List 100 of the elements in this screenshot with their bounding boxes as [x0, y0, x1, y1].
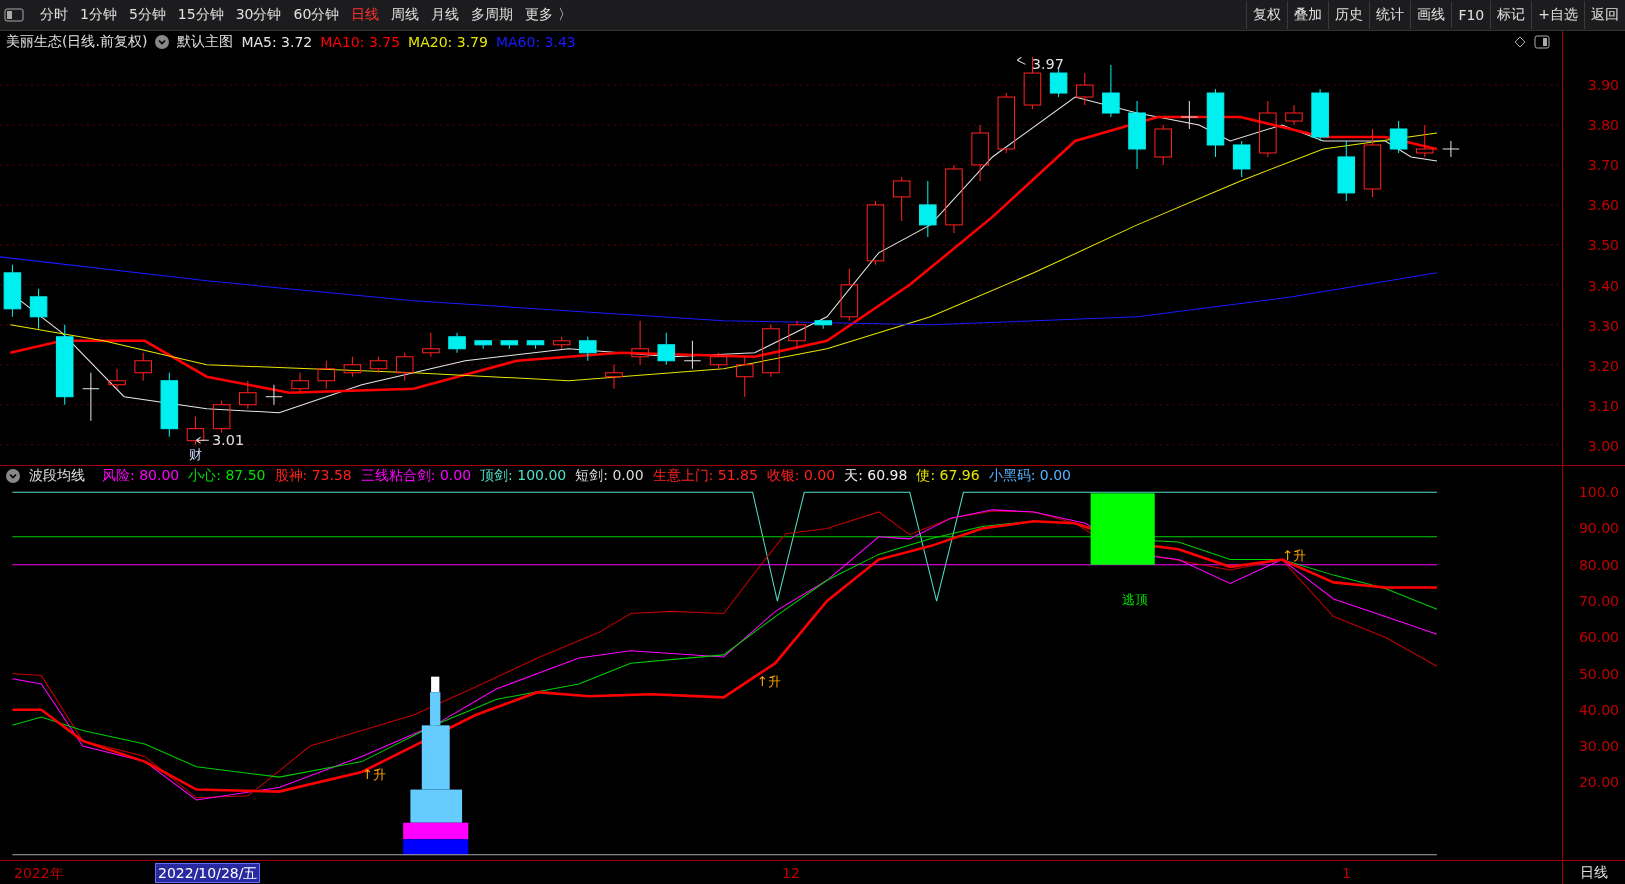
candlestick — [1128, 100, 1146, 170]
candlestick — [134, 352, 152, 382]
toolbar-button[interactable]: 画线 — [1410, 1, 1452, 29]
toolbar-button[interactable]: F10 — [1451, 2, 1491, 28]
indicator-axis-label: 60.00 — [1578, 629, 1619, 646]
period-tab[interactable]: 30分钟 — [229, 6, 288, 24]
indicator-axis-label: 70.00 — [1578, 592, 1619, 609]
candlestick — [709, 352, 728, 370]
candlestick — [108, 368, 126, 390]
indicator-value: 天: 60.98 — [844, 466, 908, 485]
candlestick — [840, 268, 859, 322]
indicator-value: 顶剑: 100.00 — [480, 466, 567, 485]
period-tab[interactable]: 60分钟 — [287, 6, 346, 24]
candlestick — [997, 92, 1016, 154]
indicator-value: 三线粘合剑: 0.00 — [360, 466, 472, 485]
candlestick — [265, 384, 283, 406]
rise-signal: ↑升 — [756, 673, 781, 689]
candlestick — [1154, 124, 1172, 166]
indicator-value: 生意上门: 51.85 — [652, 466, 758, 485]
candlestick — [526, 340, 545, 350]
period-tab[interactable]: 15分钟 — [171, 6, 230, 24]
candlestick — [892, 176, 911, 222]
candlestick — [735, 356, 754, 398]
price-axis-label: 3.10 — [1587, 397, 1619, 414]
period-tab[interactable]: 1分钟 — [74, 6, 123, 24]
period-tab[interactable]: 月线 — [425, 6, 466, 24]
candlestick — [160, 372, 179, 438]
ma-value: MA5: 3.72 — [241, 33, 313, 50]
candlestick — [971, 124, 989, 182]
toolbar-button[interactable]: 标记 — [1490, 1, 1532, 29]
indicator-axis-label: 80.00 — [1578, 556, 1619, 573]
candlestick — [945, 164, 963, 234]
candlestick — [605, 364, 623, 390]
time-axis-label: 2022年 — [13, 863, 65, 882]
candlestick — [1363, 128, 1382, 198]
candlestick — [317, 360, 336, 390]
period-tab[interactable]: 分时 — [34, 6, 74, 24]
candlestick — [3, 264, 22, 318]
dropdown-icon[interactable] — [6, 468, 20, 483]
candlestick — [239, 380, 257, 410]
period-tab[interactable]: 5分钟 — [122, 6, 172, 24]
diamond-icon[interactable] — [1514, 35, 1526, 48]
indicator-name: 波段均线 — [29, 466, 85, 485]
indicator-value: 收银: 0.00 — [766, 466, 836, 485]
candlestick — [1442, 140, 1460, 158]
candlestick — [631, 320, 649, 366]
high-price-label: 3.97 — [1016, 55, 1064, 72]
toolbar-button[interactable]: +自选 — [1531, 1, 1584, 29]
price-axis-label: 3.40 — [1587, 277, 1619, 294]
stock-title: 美丽生态(日线.前复权) — [6, 32, 148, 51]
price-axis-label: 3.00 — [1587, 437, 1619, 454]
rise-signal: ↑升 — [361, 767, 387, 783]
ma-value: MA60: 3.43 — [495, 33, 576, 50]
candlestick — [1180, 100, 1199, 130]
price-axis-label: 3.30 — [1587, 317, 1619, 334]
window-icon[interactable] — [4, 8, 24, 22]
indicator-axis-label: 50.00 — [1578, 665, 1619, 682]
toolbar-button[interactable]: 复权 — [1246, 1, 1288, 29]
price-axis-label: 3.50 — [1587, 237, 1619, 254]
dropdown-icon[interactable] — [155, 34, 170, 49]
time-axis-label: 2022/10/28/五 — [155, 862, 261, 883]
toolbar-button[interactable]: 叠加 — [1287, 1, 1329, 29]
period-tab[interactable]: 更多 〉 — [519, 6, 578, 24]
candlestick — [500, 340, 519, 350]
candlestick — [1206, 88, 1225, 158]
price-axis-label: 3.60 — [1587, 197, 1619, 214]
indicator-axis-label: 30.00 — [1578, 738, 1619, 755]
template-label: 默认主图 — [177, 32, 234, 51]
finance-marker: 财 — [189, 446, 203, 462]
indicator-axis-label: 40.00 — [1578, 701, 1619, 718]
price-axis-label: 3.90 — [1587, 77, 1619, 93]
toolbar-button[interactable]: 统计 — [1369, 1, 1411, 29]
indicator-value: 小心: 87.50 — [188, 466, 266, 485]
indicator-axis-label: 100.0 — [1578, 484, 1619, 500]
price-axis-label: 3.80 — [1587, 117, 1619, 134]
panel-icon[interactable] — [1534, 34, 1550, 49]
candlestick — [657, 332, 676, 366]
period-tab[interactable]: 日线 — [345, 6, 386, 24]
candlestick — [29, 288, 48, 330]
candlestick — [1232, 140, 1251, 178]
price-axis-label: 3.70 — [1587, 157, 1619, 174]
period-tab[interactable]: 多周期 — [465, 6, 520, 24]
candlestick — [1311, 88, 1329, 142]
candlestick — [448, 332, 466, 354]
candlestick — [474, 340, 492, 350]
candlestick — [866, 200, 885, 266]
period-label: 日线 — [1580, 863, 1608, 882]
candlestick — [1075, 72, 1094, 106]
candlestick — [422, 332, 440, 358]
candlestick — [1102, 64, 1120, 118]
toolbar-button[interactable]: 历史 — [1328, 1, 1370, 29]
candlestick — [82, 372, 100, 422]
indicator-value: 股神: 73.58 — [274, 466, 352, 485]
price-axis-label: 3.20 — [1587, 357, 1619, 374]
indicator-value: 小黑码: 0.00 — [988, 466, 1072, 485]
candlestick — [814, 320, 832, 330]
candlestick — [1389, 120, 1408, 154]
escape-top-block — [1090, 493, 1155, 565]
toolbar-button[interactable]: 返回 — [1584, 1, 1625, 29]
period-tab[interactable]: 周线 — [385, 6, 426, 24]
